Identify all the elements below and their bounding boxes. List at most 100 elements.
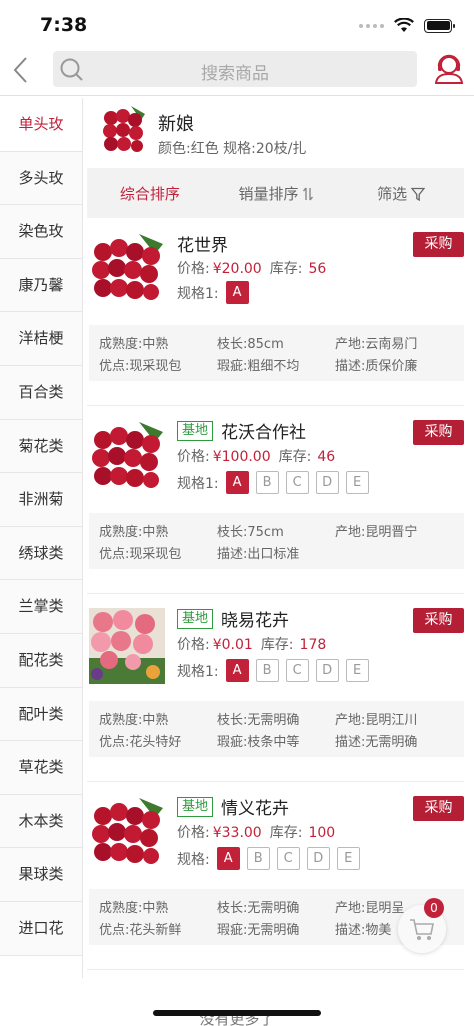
spec-option-e[interactable]: E	[336, 847, 360, 870]
product-attributes: 成熟度:中熟 枝长:75cm 产地:昆明晋宁 优点:现采现包 描述:出口标准	[89, 513, 464, 569]
cart-button[interactable]: 0	[398, 898, 446, 953]
sidebar-item-eustoma[interactable]: 洋桔梗	[0, 312, 82, 366]
base-badge: 基地	[177, 796, 214, 817]
price-value: ¥33.00	[212, 825, 262, 841]
spec-option-d[interactable]: D	[315, 659, 339, 682]
attr-advantage: 优点:现采现包	[99, 546, 182, 562]
search-input[interactable]: 搜索商品	[53, 51, 417, 87]
spec-selector: 规格: A B C D E	[177, 847, 360, 870]
sidebar-item-imported[interactable]: 进口花	[0, 901, 82, 956]
sidebar-item-fruit-ball[interactable]: 果球类	[0, 848, 82, 902]
buy-button[interactable]: 采购	[413, 420, 464, 445]
spec-label: 规格1:	[177, 285, 219, 302]
sort-bar: 综合排序 销量排序 筛选	[87, 168, 464, 218]
spec-option-c[interactable]: C	[276, 847, 300, 870]
attr-stem-length: 枝长:75cm	[217, 524, 284, 540]
spec-option-e[interactable]: E	[345, 659, 369, 682]
sidebar-item-carnation[interactable]: 康乃馨	[0, 258, 82, 313]
spec-selector: 规格1: A B C D E	[177, 471, 369, 494]
buy-button[interactable]: 采购	[413, 232, 464, 257]
price-label: 价格:	[177, 261, 210, 277]
spec-option-e[interactable]: E	[345, 471, 369, 494]
spec-option-c[interactable]: C	[285, 659, 309, 682]
price-label: 价格:	[177, 825, 210, 841]
category-sidebar: 单头玫 多头玫 染色玫 康乃馨 洋桔梗 百合类 菊花类 非洲菊 绣球类 兰掌类 …	[0, 98, 83, 978]
sidebar-item-foliage[interactable]: 配叶类	[0, 687, 82, 742]
attr-stem-length: 枝长:85cm	[217, 336, 284, 352]
product-name: 情义花卉	[221, 799, 290, 819]
product-name: 晓易花卉	[221, 611, 290, 631]
spec-option-a[interactable]: A	[216, 847, 240, 870]
product-title: 基地 花沃合作社	[177, 418, 306, 443]
product-card[interactable]: 基地 花沃合作社 采购 价格: ¥100.00 库存: 46 规格1: A B C D…	[87, 406, 464, 594]
product-list: 花世界 采购 价格: ¥20.00 库存: 56 规格1: A 成熟度:中熟 枝长:85…	[87, 218, 464, 970]
sort-overall-tab[interactable]: 综合排序	[87, 183, 213, 204]
product-attributes: 成熟度:中熟 枝长:85cm 产地:云南易门 优点:现采现包 瑕疵:粗细不均 描述:质保…	[89, 325, 464, 381]
product-name: 花世界	[177, 236, 228, 256]
sort-sales-label: 销量排序	[238, 184, 299, 203]
sidebar-item-lily[interactable]: 百合类	[0, 365, 82, 420]
product-title: 基地 晓易花卉	[177, 606, 289, 631]
spec-option-d[interactable]: D	[315, 471, 339, 494]
attr-maturity: 成熟度:中熟	[99, 336, 169, 352]
attr-description: 描述:出口标准	[217, 546, 300, 562]
sidebar-item-filler-flower[interactable]: 配花类	[0, 633, 82, 688]
spec-selector: 规格1: A B C D E	[177, 659, 369, 682]
spec-label: 规格1:	[177, 475, 219, 492]
sidebar-item-single-rose[interactable]: 单头玫	[0, 98, 82, 152]
spec-option-d[interactable]: D	[306, 847, 330, 870]
home-indicator[interactable]	[153, 1010, 321, 1016]
spec-option-b[interactable]: B	[246, 847, 270, 870]
sidebar-item-dyed-rose[interactable]: 染色玫	[0, 205, 82, 259]
stock-value: 178	[299, 637, 327, 653]
variety-name: 新娘	[158, 114, 194, 135]
rose-bouquet-image	[89, 796, 165, 872]
spec-label: 规格1:	[177, 663, 219, 680]
filter-tab[interactable]: 筛选	[338, 183, 464, 204]
stock-label: 库存:	[269, 825, 303, 841]
sidebar-item-chrysanthemum[interactable]: 菊花类	[0, 419, 82, 474]
sort-sales-tab[interactable]: 销量排序	[213, 183, 339, 204]
spec-option-c[interactable]: C	[285, 471, 309, 494]
attr-maturity: 成熟度:中熟	[99, 900, 169, 916]
spec-option-b[interactable]: B	[255, 471, 279, 494]
sort-overall-label: 综合排序	[119, 184, 180, 203]
customer-service-icon[interactable]	[434, 52, 464, 84]
rose-bouquet-image	[89, 420, 165, 496]
header: 搜索商品	[0, 48, 474, 96]
spec-option-a[interactable]: A	[225, 281, 249, 304]
buy-button[interactable]: 采购	[413, 796, 464, 821]
status-bar: 7:38	[0, 0, 474, 48]
product-image	[89, 232, 165, 308]
attr-origin: 产地:昆明晋宁	[335, 524, 418, 540]
product-price-row: 价格: ¥0.01 库存: 178	[177, 634, 326, 654]
back-icon[interactable]	[10, 54, 34, 86]
attr-defect: 瑕疵:无需明确	[217, 922, 300, 938]
buy-button[interactable]: 采购	[413, 608, 464, 633]
filter-label: 筛选	[377, 184, 408, 203]
sidebar-item-orchid[interactable]: 兰掌类	[0, 580, 82, 634]
sidebar-item-woody[interactable]: 木本类	[0, 794, 82, 849]
sidebar-item-herbaceous[interactable]: 草花类	[0, 741, 82, 795]
spec-selector: 规格1: A	[177, 281, 249, 304]
sidebar-item-multi-rose[interactable]: 多头玫	[0, 151, 82, 206]
stock-value: 46	[317, 449, 336, 465]
spec-option-b[interactable]: B	[255, 659, 279, 682]
filter-icon	[410, 187, 426, 201]
attr-origin: 产地:昆明江川	[335, 712, 418, 728]
base-badge: 基地	[177, 420, 214, 441]
sidebar-item-gerbera[interactable]: 非洲菊	[0, 473, 82, 527]
stock-value: 56	[308, 261, 327, 277]
product-card[interactable]: 花世界 采购 价格: ¥20.00 库存: 56 规格1: A 成熟度:中熟 枝长:85…	[87, 218, 464, 406]
stock-label: 库存:	[278, 449, 312, 465]
price-value: ¥0.01	[212, 637, 253, 653]
battery-icon	[424, 18, 455, 33]
status-time: 7:38	[40, 14, 88, 36]
spec-option-a[interactable]: A	[225, 659, 249, 682]
spec-option-a[interactable]: A	[225, 471, 249, 494]
sidebar-item-hydrangea[interactable]: 绣球类	[0, 526, 82, 581]
product-card[interactable]: 基地 晓易花卉 采购 价格: ¥0.01 库存: 178 规格1: A B C D E…	[87, 594, 464, 782]
attr-stem-length: 枝长:无需明确	[217, 900, 300, 916]
product-title: 花世界	[177, 231, 228, 256]
price-label: 价格:	[177, 449, 210, 465]
